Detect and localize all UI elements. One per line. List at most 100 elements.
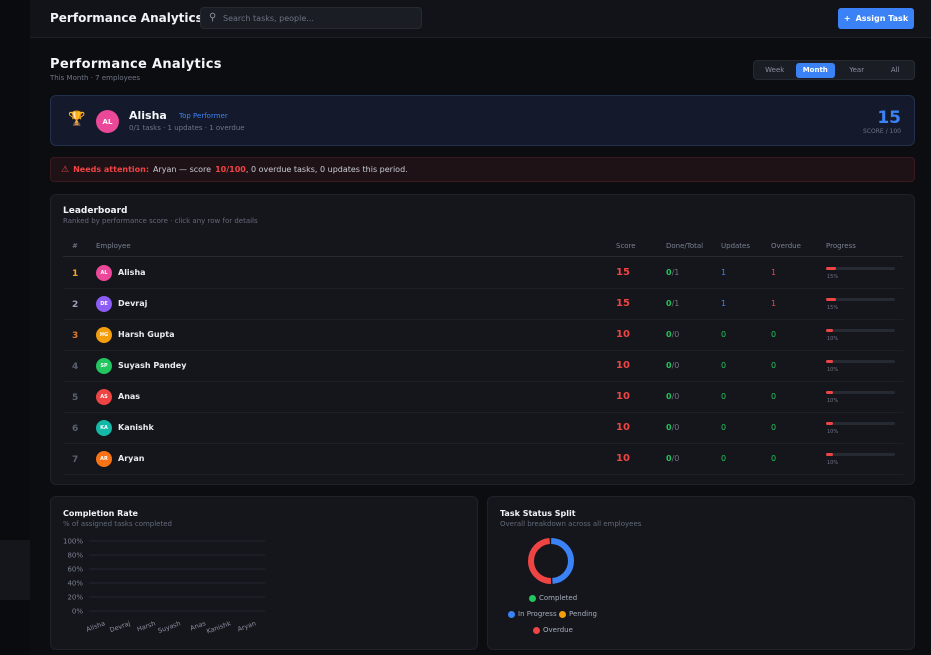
legend-dot (508, 610, 515, 618)
y-tick-label: 100% (63, 538, 83, 546)
row-total: /1 (671, 268, 680, 277)
row-overdue: 0 (771, 423, 777, 432)
leaderboard-header: # Employee Score Done/Total Updates Over… (63, 239, 903, 257)
row-progress-pct: 10% (827, 429, 839, 435)
table-row[interactable]: 6 KA Kanishk 10 0/0 0 0 10% (63, 413, 903, 444)
row-overdue: 0 (771, 361, 777, 370)
row-total: /0 (671, 361, 680, 370)
task-status-subtitle: Overall breakdown across all employees (500, 520, 642, 528)
table-row[interactable]: 3 HG Harsh Gupta 10 0/0 0 0 10% (63, 320, 903, 351)
left-rail-stub (0, 540, 30, 600)
progress-fill (826, 267, 837, 270)
row-overdue: 0 (771, 330, 777, 339)
page-title: Performance Analytics (50, 57, 222, 72)
avatar: DE (96, 296, 112, 312)
trophy-icon: 🏆 (68, 111, 86, 127)
alert-label: Needs attention: (73, 165, 150, 174)
col-employee: Employee (96, 242, 131, 250)
alert-score: 10/100 (215, 165, 246, 174)
row-done-total: 0/1 (666, 268, 679, 277)
legend-pending: Pending (559, 610, 597, 618)
table-row[interactable]: 7 AR Aryan 10 0/0 0 0 10% (63, 444, 903, 475)
search-box[interactable]: ⚲ (200, 7, 422, 29)
top-performer-badge: Top Performer (179, 112, 228, 120)
assign-task-label: Assign Task (855, 14, 909, 23)
row-employee: Suyash Pandey (118, 361, 187, 370)
avatar: HG (96, 327, 112, 343)
search-input[interactable] (223, 11, 413, 25)
row-overdue: 0 (771, 392, 777, 401)
row-updates: 0 (721, 454, 727, 463)
progress-bar (826, 453, 895, 456)
row-employee: Aryan (118, 454, 145, 463)
row-progress-pct: 10% (827, 367, 839, 373)
row-employee: Devraj (118, 299, 148, 308)
row-total: /1 (671, 299, 680, 308)
row-rank: 6 (72, 424, 79, 434)
tab-all[interactable]: All (878, 63, 912, 78)
progress-fill (826, 329, 833, 332)
row-score: 10 (616, 422, 630, 433)
range-tabs: Week Month Year All (753, 60, 915, 80)
col-score: Score (616, 242, 636, 250)
col-overdue: Overdue (771, 242, 801, 250)
top-performer-card[interactable]: 🏆 AL Alisha Top Performer 0/1 tasks · 1 … (50, 95, 915, 146)
row-overdue: 1 (771, 268, 777, 277)
progress-fill (826, 360, 833, 363)
row-employee: Alisha (118, 268, 146, 277)
x-tick-label: Aryan (236, 619, 257, 633)
row-rank: 1 (72, 269, 79, 279)
leaderboard-subtitle: Ranked by performance score · click any … (63, 217, 258, 225)
avatar: AL (96, 110, 119, 133)
x-tick-label: Suyash (157, 619, 182, 635)
row-score: 10 (616, 453, 630, 464)
legend-dot (559, 610, 566, 618)
row-total: /0 (671, 392, 680, 401)
row-rank: 3 (72, 331, 79, 341)
row-progress-pct: 15% (827, 274, 839, 280)
legend-dot (529, 594, 536, 602)
row-updates: 0 (721, 330, 727, 339)
col-rank: # (72, 242, 78, 250)
table-row[interactable]: 1 AL Alisha 15 0/1 1 1 15% (63, 258, 903, 289)
task-status-title: Task Status Split (500, 509, 576, 518)
row-score: 15 (616, 267, 630, 278)
row-score: 10 (616, 391, 630, 402)
tab-week[interactable]: Week (756, 63, 794, 78)
tab-year[interactable]: Year (837, 63, 876, 78)
top-bar: Performance Analytics ⚲ + Assign Task (30, 0, 931, 38)
progress-fill (826, 453, 833, 456)
left-rail (0, 0, 30, 655)
progress-bar (826, 391, 895, 394)
table-row[interactable]: 2 DE Devraj 15 0/1 1 1 15% (63, 289, 903, 320)
progress-bar (826, 360, 895, 363)
row-score: 15 (616, 298, 630, 309)
alert-text-post: , 0 overdue tasks, 0 updates this period… (245, 165, 408, 174)
x-tick-label: Devraj (109, 619, 132, 634)
attention-alert: ⚠ Needs attention: Aryan — score 10/100 … (50, 157, 915, 182)
progress-fill (826, 422, 833, 425)
assign-task-button[interactable]: + Assign Task (838, 8, 914, 29)
legend-label: In Progress (518, 610, 557, 618)
tab-month[interactable]: Month (795, 62, 835, 78)
row-updates: 1 (721, 299, 727, 308)
row-updates: 1 (721, 268, 727, 277)
row-updates: 0 (721, 423, 727, 432)
row-employee: Kanishk (118, 423, 154, 432)
row-score: 10 (616, 360, 630, 371)
legend-overdue: Overdue (533, 626, 573, 634)
top-performer-name: Alisha (129, 109, 167, 122)
x-tick-label: Anas (189, 619, 207, 632)
table-row[interactable]: 5 AS Anas 10 0/0 0 0 10% (63, 382, 903, 413)
y-tick-label: 40% (67, 580, 83, 588)
row-rank: 7 (72, 455, 79, 465)
table-row[interactable]: 4 SP Suyash Pandey 10 0/0 0 0 10% (63, 351, 903, 382)
col-updates: Updates (721, 242, 750, 250)
legend-dot (533, 626, 540, 634)
row-total: /0 (671, 330, 680, 339)
avatar: KA (96, 420, 112, 436)
plus-icon: + (843, 14, 851, 23)
row-rank: 5 (72, 393, 79, 403)
row-score: 10 (616, 329, 630, 340)
x-tick-label: Alisha (85, 619, 106, 633)
